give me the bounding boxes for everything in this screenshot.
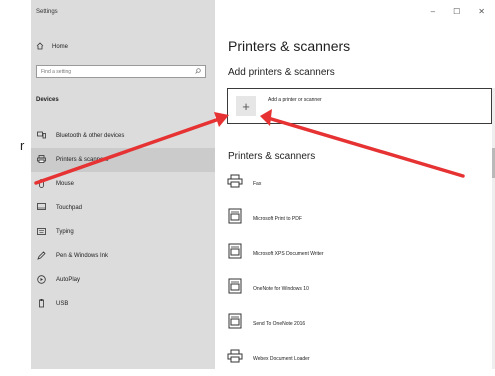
annotation-arrowhead-right — [260, 109, 272, 126]
annotation-arrow-right — [266, 116, 465, 178]
annotation-arrow-left — [34, 116, 224, 185]
annotation-arrows — [34, 109, 465, 185]
